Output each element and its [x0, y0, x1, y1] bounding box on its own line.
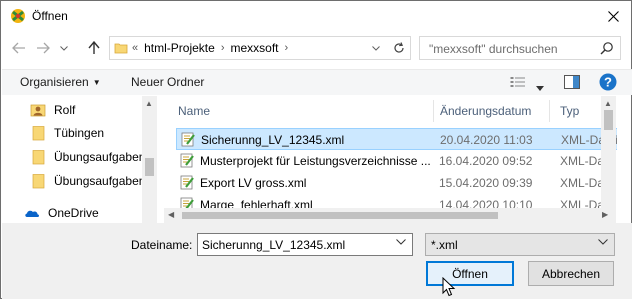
breadcrumb-overflow[interactable]: « [132, 42, 138, 54]
file-row[interactable]: Sicherunng_LV_12345.xml 20.04.2020 11:03… [176, 128, 617, 150]
scroll-up-icon[interactable]: ▲ [604, 99, 612, 108]
filetype-select[interactable]: *.xml [425, 233, 615, 256]
chevron-right-icon[interactable]: › [285, 42, 289, 54]
help-icon: ? [599, 73, 617, 91]
search-placeholder: "mexxsoft" durchsuchen [429, 42, 558, 56]
preview-pane-button[interactable] [564, 75, 580, 92]
nav-item-label: Rolf [54, 103, 76, 117]
close-button[interactable] [599, 5, 627, 27]
nav-scrollbar[interactable]: ▲ [142, 96, 157, 223]
folder-icon [32, 150, 45, 165]
nav-item-label: Übungsaufgaben [54, 150, 146, 164]
chevron-down-icon [598, 239, 608, 245]
refresh-icon[interactable] [393, 42, 405, 54]
scroll-up-icon[interactable]: ▲ [145, 99, 153, 108]
onedrive-icon [25, 210, 39, 217]
caret-down-icon: ▼ [92, 78, 101, 87]
new-folder-button[interactable]: Neuer Ordner [131, 75, 204, 89]
column-header-type[interactable]: Typ [560, 98, 579, 124]
file-name: Musterprojekt für Leistungsverzeichnisse… [200, 154, 430, 168]
chevron-right-icon[interactable]: › [221, 42, 225, 54]
filename-field[interactable] [202, 237, 388, 253]
forward-button[interactable] [34, 39, 52, 57]
file-row[interactable]: Musterprojekt für Leistungsverzeichnisse… [176, 150, 617, 172]
file-name: Sicherunng_LV_12345.xml [201, 133, 345, 147]
cancel-button[interactable]: Abbrechen [528, 261, 614, 286]
arrow-up-icon [88, 41, 100, 54]
file-list-horizontal-scrollbar[interactable]: ◀ ▶ [164, 208, 616, 223]
mouse-cursor-icon [442, 277, 456, 297]
command-bar: Organisieren ▼ Neuer Ordner ? [2, 69, 632, 95]
nav-item-label: Übungsaufgaben [54, 174, 146, 188]
nav-item-label: Tübingen [54, 126, 105, 140]
nav-item-label: OneDrive [48, 206, 99, 220]
file-date: 20.04.2020 11:03 [440, 133, 533, 147]
folder-icon [32, 126, 45, 141]
breadcrumb-item[interactable]: mexxsoft [230, 41, 278, 55]
search-icon [600, 42, 613, 55]
arrow-left-icon [12, 42, 25, 54]
user-folder-icon [30, 104, 46, 117]
recent-locations-button[interactable] [57, 39, 71, 57]
file-row[interactable]: Marge_fehlerhaft.xml 14.04.2020 10:10 XM… [176, 194, 617, 209]
open-file-dialog: Öffnen « html-Projekte › mexxsoft › "mex… [0, 0, 632, 299]
breadcrumb: « html-Projekte › mexxsoft › [132, 37, 294, 59]
filename-label: Dateiname: [131, 238, 193, 252]
chevron-down-icon [60, 45, 68, 51]
window-title: Öffnen [32, 9, 68, 23]
file-list-vertical-scrollbar[interactable]: ▲ [601, 96, 616, 209]
nav-item-uebungsaufgaben-2[interactable]: Übungsaufgaben [30, 171, 145, 191]
folder-icon [32, 174, 45, 189]
caret-down-icon [536, 86, 544, 91]
title-bar: Öffnen [1, 1, 631, 31]
scrollbar-thumb[interactable] [182, 212, 498, 219]
filetype-value: *.xml [431, 238, 458, 252]
file-date: 15.04.2020 09:39 [439, 176, 533, 190]
up-button[interactable] [85, 39, 103, 57]
scrollbar-thumb[interactable] [604, 110, 613, 130]
help-button[interactable]: ? [599, 73, 617, 94]
nav-item-tuebingen[interactable]: Tübingen [30, 123, 104, 143]
scroll-left-icon[interactable]: ◀ [168, 210, 174, 219]
preview-pane-icon [564, 75, 580, 89]
nav-item-uebungsaufgaben-1[interactable]: Übungsaufgaben [30, 147, 145, 167]
nav-item-rolf[interactable]: Rolf [30, 100, 75, 120]
breadcrumb-item[interactable]: html-Projekte [144, 41, 215, 55]
column-header-name[interactable]: Name [178, 98, 210, 124]
open-button[interactable]: Öffnen [426, 261, 514, 286]
close-icon [607, 10, 619, 22]
column-divider[interactable] [549, 100, 550, 122]
file-list: Name Änderungsdatum Typ Sicherunng_LV_12… [164, 96, 617, 209]
address-dropdown-icon[interactable] [371, 45, 380, 51]
xml-file-icon [181, 132, 195, 147]
xml-file-icon [180, 175, 194, 190]
navigation-pane: Rolf Tübingen Übungsaufgaben Übungsaufga… [2, 96, 157, 223]
scrollbar-thumb[interactable] [145, 158, 154, 176]
back-button[interactable] [10, 39, 28, 57]
nav-item-onedrive[interactable]: OneDrive [24, 203, 99, 223]
column-header-date[interactable]: Änderungsdatum [440, 98, 531, 124]
organize-label: Organisieren [20, 75, 89, 89]
file-name: Export LV gross.xml [200, 176, 307, 190]
view-options-button[interactable] [510, 76, 526, 91]
svg-text:?: ? [604, 75, 612, 90]
details-view-icon [510, 77, 525, 87]
arrow-right-icon [37, 42, 50, 54]
view-dropdown-button[interactable] [536, 80, 544, 94]
column-divider[interactable] [433, 100, 434, 122]
organize-menu[interactable]: Organisieren ▼ [20, 75, 101, 89]
chevron-down-icon[interactable] [396, 239, 406, 245]
filename-combobox[interactable] [197, 233, 413, 256]
folder-icon [114, 43, 128, 54]
app-icon [11, 9, 25, 23]
file-row[interactable]: Export LV gross.xml 15.04.2020 09:39 XML… [176, 172, 617, 194]
search-input[interactable]: "mexxsoft" durchsuchen [419, 36, 621, 60]
file-date: 16.04.2020 09:52 [439, 154, 533, 168]
address-controls [365, 36, 411, 60]
xml-file-icon [180, 153, 194, 168]
scroll-right-icon[interactable]: ▶ [602, 210, 608, 219]
